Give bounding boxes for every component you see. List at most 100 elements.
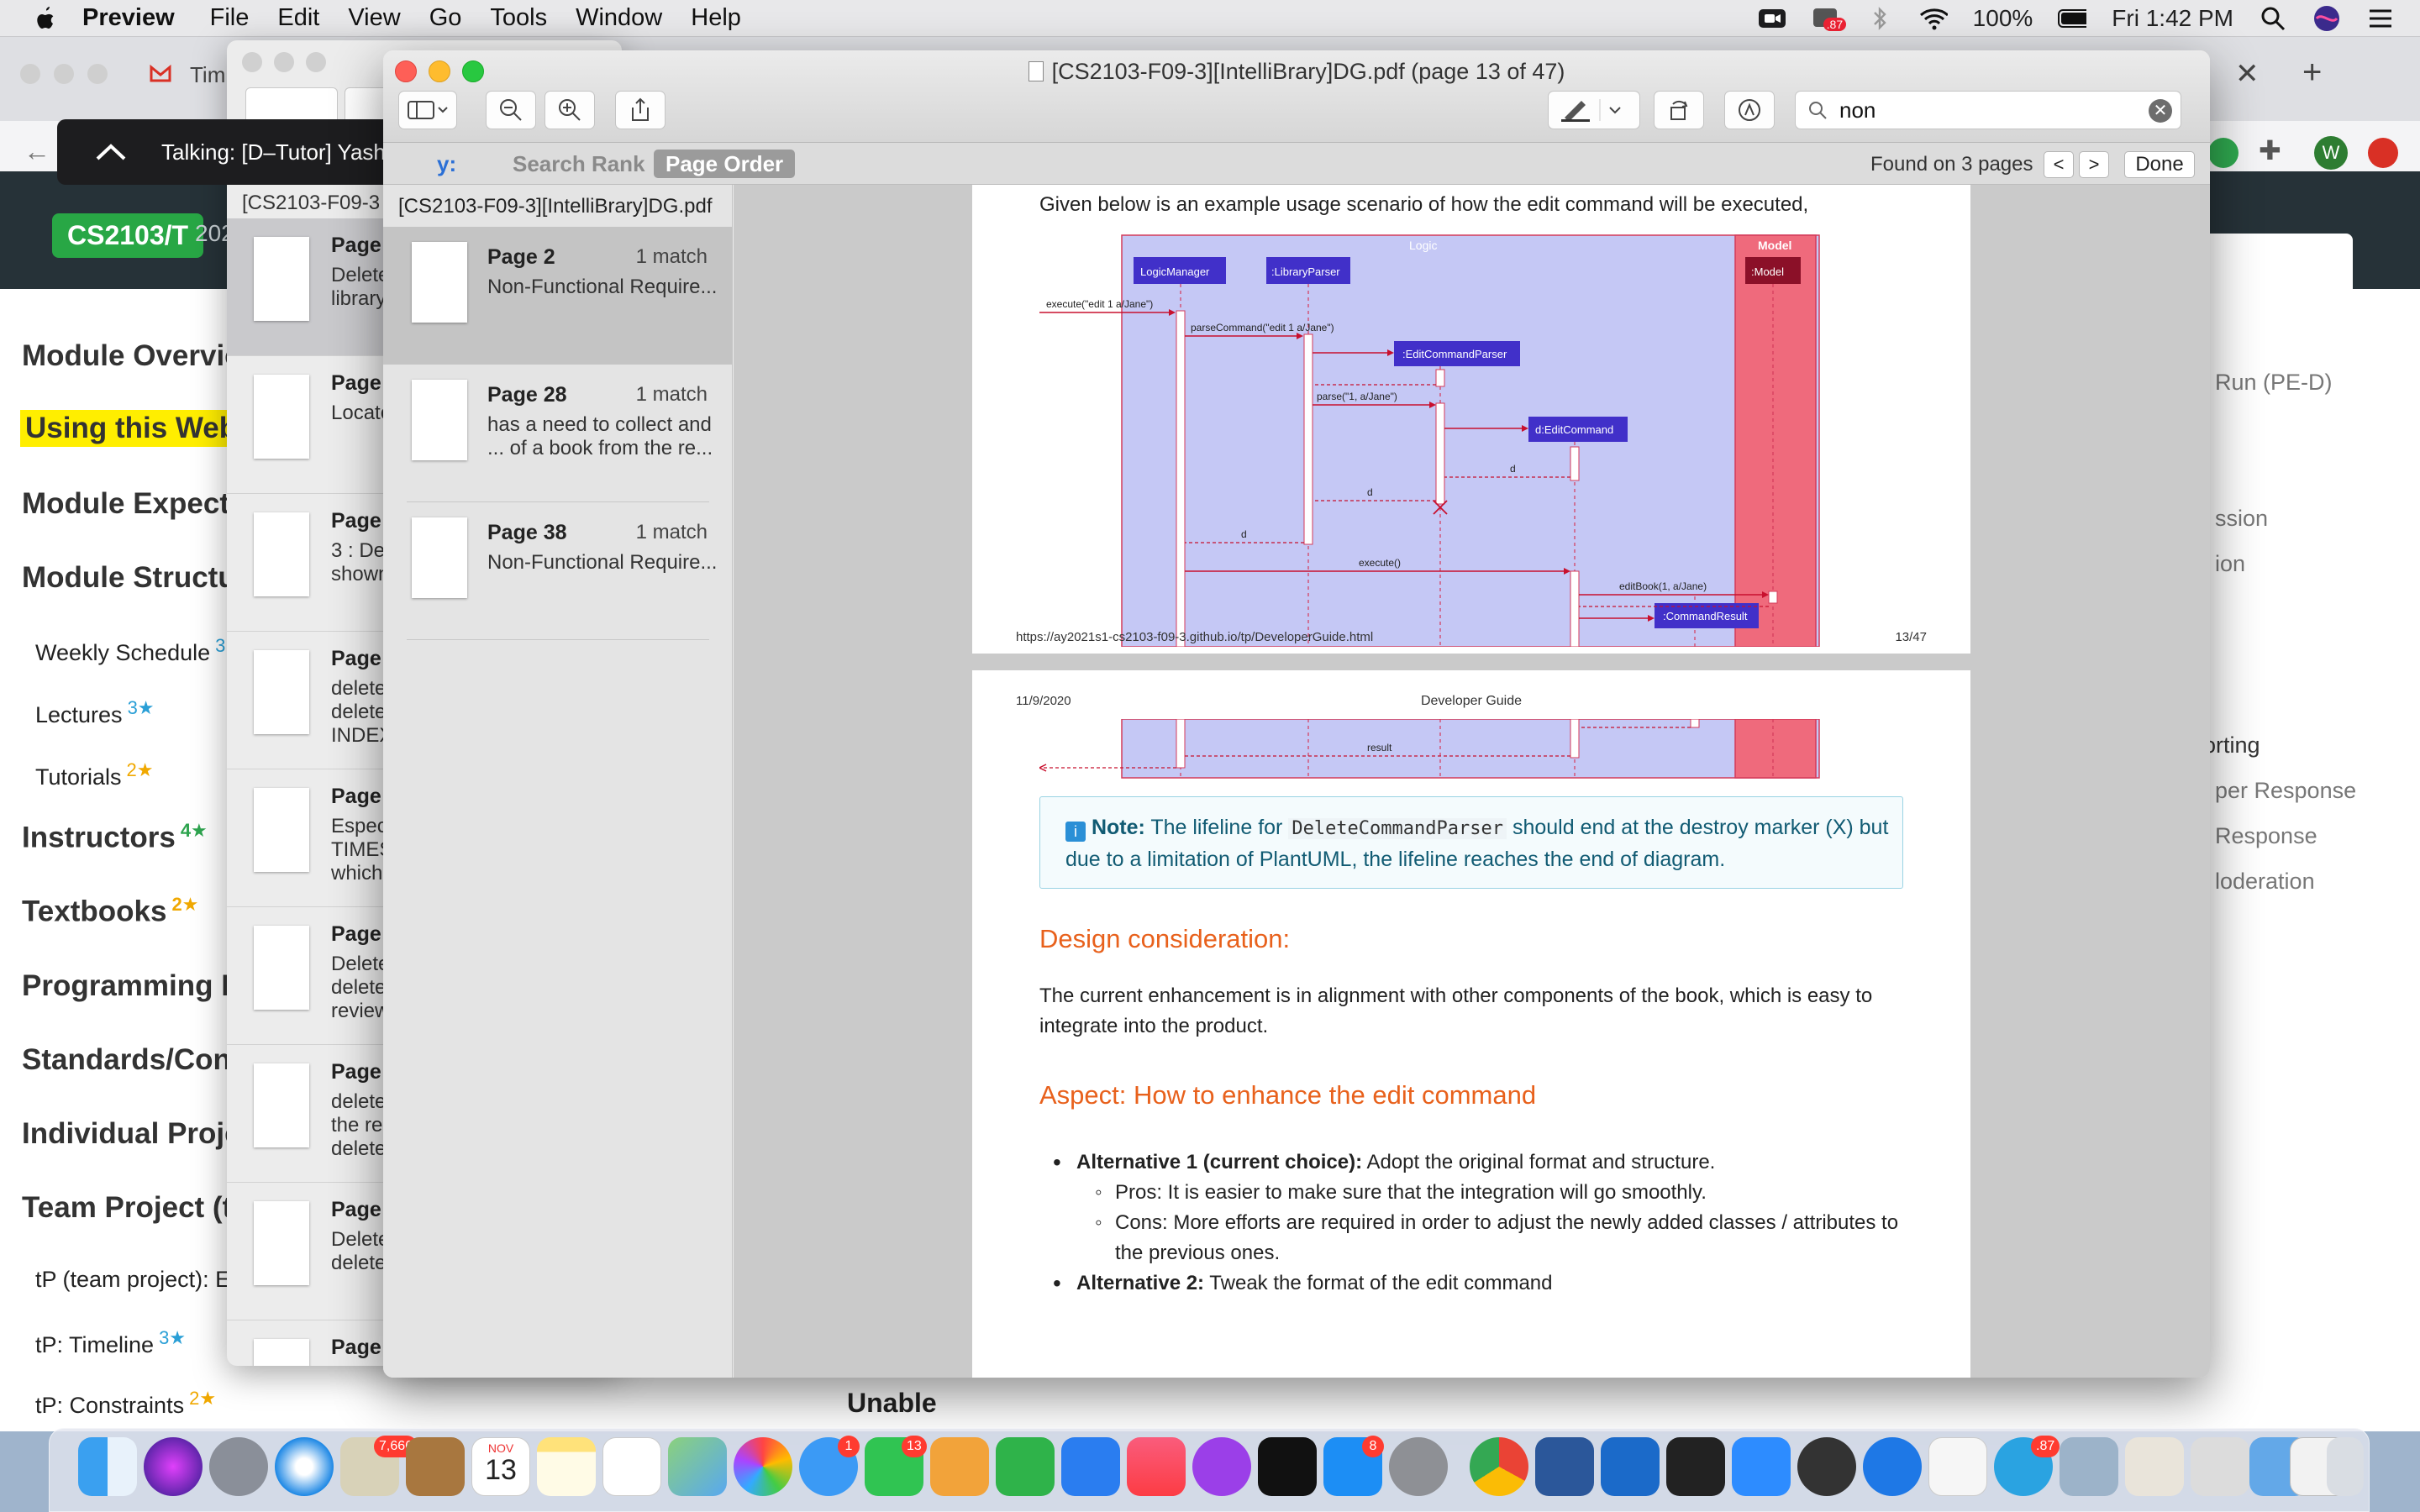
siri-icon[interactable] xyxy=(144,1437,203,1496)
nav-module-overview[interactable]: Module Overvie xyxy=(22,339,241,373)
menu-app-name[interactable]: Preview xyxy=(82,4,175,32)
menu-view[interactable]: View xyxy=(348,4,400,32)
window-zoom-icon[interactable] xyxy=(87,64,108,84)
done-button[interactable]: Done xyxy=(2124,151,2195,178)
bluetooth-icon[interactable] xyxy=(1865,6,1894,31)
zoom-camera-icon[interactable] xyxy=(1758,6,1786,31)
nav-using-this-website[interactable]: Using this Web xyxy=(20,410,243,447)
control-center-icon[interactable] xyxy=(2366,6,2395,31)
window-close-icon[interactable] xyxy=(20,64,40,84)
site-badge[interactable]: CS2103/T xyxy=(52,213,204,258)
messages-icon[interactable]: 1 xyxy=(799,1436,860,1496)
maps-icon[interactable] xyxy=(668,1437,727,1496)
grammarly-icon[interactable] xyxy=(2208,138,2238,168)
nav-lectures[interactable]: Lectures 3★ xyxy=(35,697,155,728)
search-result-item[interactable]: Page 2 1 match Non-Functional Require... xyxy=(383,227,733,365)
zoom-out-button[interactable] xyxy=(486,91,536,129)
menu-tools[interactable]: Tools xyxy=(490,4,547,32)
nav-individual-project[interactable]: Individual Proje xyxy=(22,1117,241,1151)
menu-file[interactable]: File xyxy=(210,4,250,32)
new-tab-icon[interactable]: + xyxy=(2302,54,2322,92)
settings-icon[interactable] xyxy=(1389,1437,1448,1496)
wifi-icon[interactable] xyxy=(1919,6,1948,31)
menu-help[interactable]: Help xyxy=(691,4,741,32)
nav-tutorials[interactable]: Tutorials 2★ xyxy=(35,759,154,790)
search-result-item[interactable]: Page 28 1 match has a need to collect an… xyxy=(383,365,733,502)
coffee-icon[interactable] xyxy=(2125,1437,2184,1496)
markup-toolbar-button[interactable] xyxy=(1724,91,1775,129)
word-icon[interactable] xyxy=(1535,1437,1594,1496)
share-button[interactable] xyxy=(615,91,666,129)
calendar-icon[interactable]: NOV 13 xyxy=(471,1437,530,1496)
window-minimize-icon[interactable] xyxy=(54,64,74,84)
launchpad-icon[interactable] xyxy=(209,1437,268,1496)
nav-tp-team-project[interactable]: tP (team project): E xyxy=(35,1267,230,1293)
battery-icon[interactable] xyxy=(2058,6,2087,31)
finder-icon[interactable] xyxy=(78,1437,137,1496)
previous-result-button[interactable]: < xyxy=(2044,151,2074,178)
search-result-item[interactable]: Page 38 1 match Non-Functional Require..… xyxy=(383,502,733,640)
right-nav-item[interactable]: Response xyxy=(2215,823,2317,849)
spotlight-search-icon[interactable] xyxy=(2259,6,2287,31)
numbers-icon[interactable] xyxy=(996,1437,1055,1496)
extensions-puzzle-icon[interactable]: ✚ xyxy=(2259,134,2281,166)
telegram-icon[interactable]: .87 xyxy=(1994,1436,2060,1496)
chevron-up-icon[interactable] xyxy=(86,127,136,177)
search-field[interactable]: non ✕ xyxy=(1795,91,2181,129)
safari-icon[interactable] xyxy=(275,1437,334,1496)
pdf-viewer[interactable]: Given below is an example usage scenario… xyxy=(734,185,2210,1378)
rotate-button[interactable] xyxy=(1654,91,1704,129)
menu-window[interactable]: Window xyxy=(576,4,662,32)
window-minimize-icon[interactable] xyxy=(274,52,294,72)
sort-page-order-button[interactable]: Page Order xyxy=(654,150,796,178)
podcasts-icon[interactable] xyxy=(1192,1437,1251,1496)
nav-tp-timeline[interactable]: tP: Timeline 3★ xyxy=(35,1327,186,1358)
zoom-icon[interactable] xyxy=(1732,1437,1791,1496)
maps-pin-icon[interactable] xyxy=(1863,1437,1922,1496)
right-nav-item[interactable]: ssion xyxy=(2215,506,2268,532)
right-nav-item[interactable]: per Response xyxy=(2215,778,2356,804)
nav-weekly-schedule[interactable]: Weekly Schedule 3 xyxy=(35,635,225,666)
textedit-icon[interactable] xyxy=(1928,1437,1987,1496)
nav-module-expectations[interactable]: Module Expecta xyxy=(22,487,245,521)
nav-team-project[interactable]: Team Project (tl xyxy=(22,1191,240,1225)
siri-icon[interactable] xyxy=(2312,6,2341,31)
right-nav-item[interactable]: loderation xyxy=(2215,869,2315,895)
nav-module-structure[interactable]: Module Structu xyxy=(22,561,236,595)
right-nav-item[interactable]: orting xyxy=(2203,732,2260,759)
photos-icon[interactable]: 7,666 xyxy=(340,1436,418,1496)
profile-avatar[interactable]: W xyxy=(2314,136,2348,170)
sort-search-rank-button[interactable]: Search Rank xyxy=(501,150,657,178)
clear-search-icon[interactable]: ✕ xyxy=(2149,99,2172,123)
terminal-icon[interactable] xyxy=(1666,1437,1725,1496)
site-search-input[interactable] xyxy=(2185,234,2353,296)
pencil-icon[interactable] xyxy=(2191,1437,2249,1496)
preview-icon[interactable] xyxy=(2060,1437,2118,1496)
tv-icon[interactable] xyxy=(1258,1437,1317,1496)
search-input[interactable]: non xyxy=(1839,97,1876,123)
quicktime-icon[interactable] xyxy=(1797,1437,1856,1496)
trash-icon[interactable] xyxy=(2327,1437,2364,1496)
nav-standards-conventions[interactable]: Standards/Conv xyxy=(22,1043,247,1077)
nav-instructors[interactable]: Instructors 4★ xyxy=(22,820,208,855)
right-nav-item[interactable]: Run (PE-D) xyxy=(2215,370,2333,396)
keynote-icon[interactable] xyxy=(930,1437,989,1496)
xcode-icon[interactable] xyxy=(1601,1437,1660,1496)
nav-textbooks[interactable]: Textbooks 2★ xyxy=(22,894,198,929)
sidebar-toggle-button[interactable] xyxy=(398,91,457,129)
zoom-in-button[interactable] xyxy=(544,91,595,129)
status-badge-icon[interactable]: .87 xyxy=(1812,6,1847,31)
back-arrow-icon[interactable]: ← xyxy=(24,136,50,167)
menu-clock[interactable]: Fri 1:42 PM xyxy=(2112,5,2233,32)
photos-app-icon[interactable] xyxy=(734,1437,792,1496)
apple-menu-icon[interactable] xyxy=(34,4,59,33)
contacts-icon[interactable] xyxy=(406,1437,465,1496)
music-icon[interactable] xyxy=(1127,1437,1186,1496)
window-zoom-icon[interactable] xyxy=(306,52,326,72)
menu-edit[interactable]: Edit xyxy=(277,4,319,32)
notes-icon[interactable] xyxy=(537,1437,596,1496)
update-icon[interactable] xyxy=(2368,138,2398,168)
appstore-icon[interactable]: 8 xyxy=(1323,1436,1384,1496)
window-close-icon[interactable] xyxy=(242,52,262,72)
reminders-icon[interactable] xyxy=(602,1437,661,1496)
